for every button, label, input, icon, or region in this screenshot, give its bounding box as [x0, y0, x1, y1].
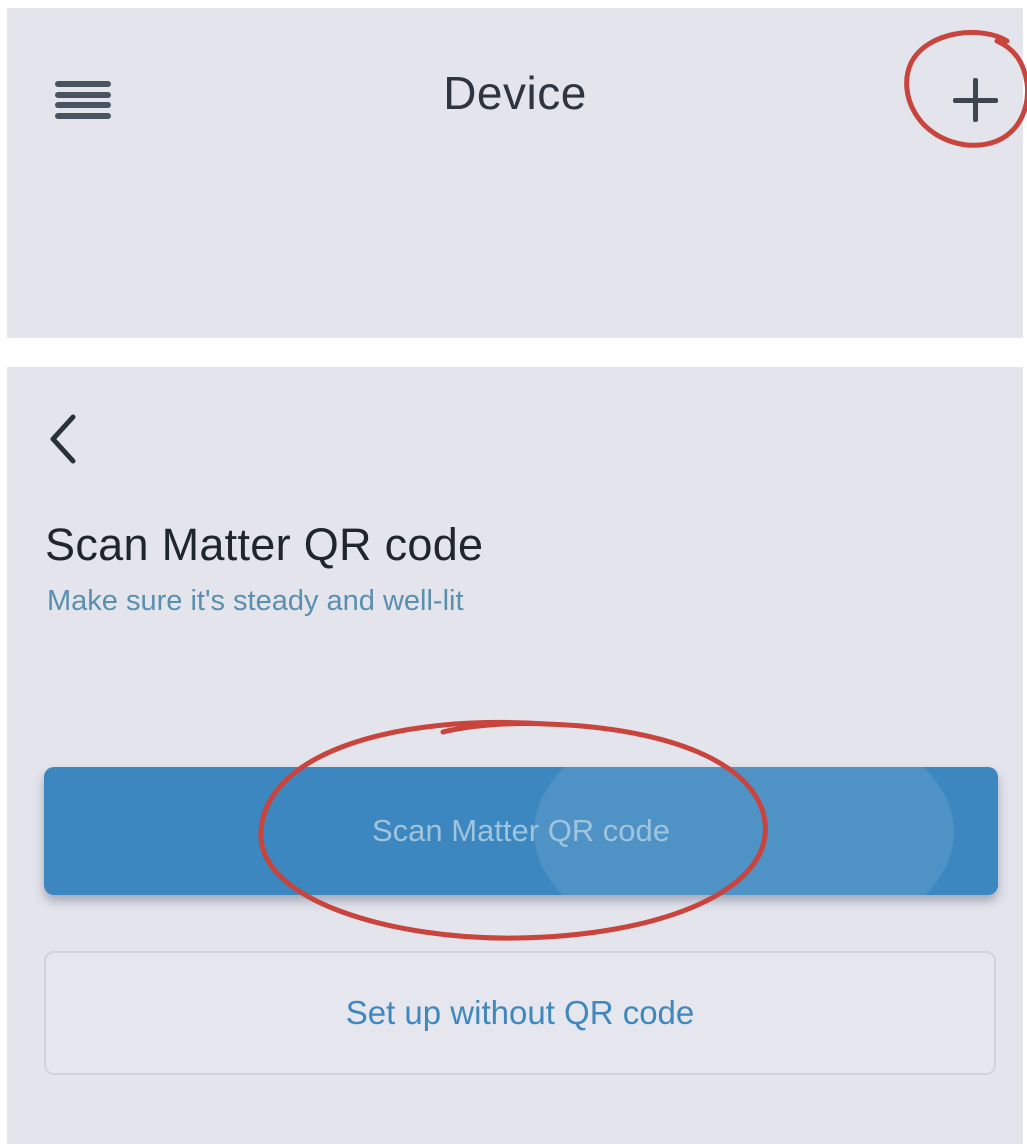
scan-qr-button-label: Scan Matter QR code	[371, 813, 671, 848]
screenshot-frame: Device Scan Matter QR code Make sure it'…	[0, 0, 1027, 1144]
scan-qr-screen: Scan Matter QR code Make sure it's stead…	[7, 367, 1023, 1144]
add-device-button[interactable]	[947, 72, 1007, 132]
page-title-device: Device	[443, 67, 587, 119]
scan-title: Scan Matter QR code	[45, 519, 484, 570]
setup-without-qr-button[interactable]: Set up without QR code	[44, 951, 996, 1075]
chevron-left-icon[interactable]	[43, 411, 83, 467]
scan-subtitle: Make sure it's steady and well-lit	[47, 585, 464, 617]
device-header-panel: Device	[7, 8, 1023, 338]
scan-qr-button[interactable]: Scan Matter QR code	[44, 767, 998, 895]
